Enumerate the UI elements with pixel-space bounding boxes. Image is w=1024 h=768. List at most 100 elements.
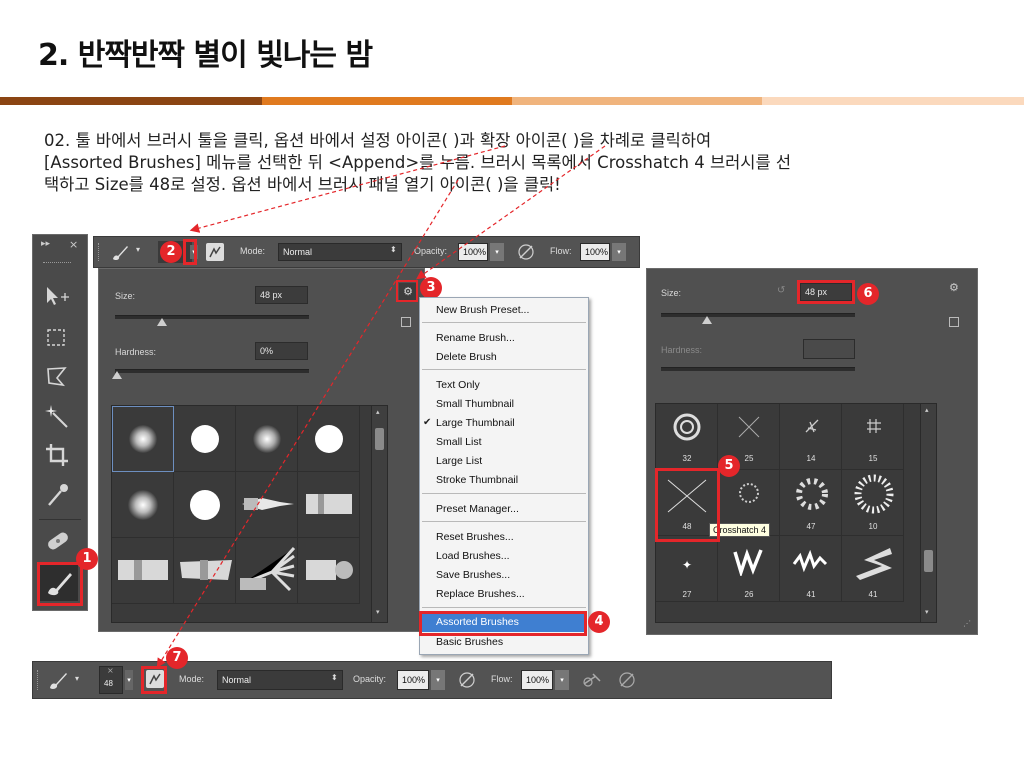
brush-thumb[interactable] <box>174 406 236 472</box>
opacity-label: Opacity: <box>353 674 387 684</box>
menu-item-delete-brush[interactable]: Delete Brush <box>436 351 497 363</box>
menu-item-rename-brush[interactable]: Rename Brush... <box>436 332 515 344</box>
opacity-dropdown-icon[interactable]: ▾ <box>490 243 504 261</box>
flow-dropdown-icon[interactable]: ▾ <box>555 670 569 690</box>
scroll-down-arrow-icon[interactable]: ▾ <box>376 608 380 616</box>
brush-thumb[interactable]: 26 <box>718 536 780 602</box>
flow-field[interactable]: 100% <box>580 243 610 261</box>
brush-preset-dropdown-icon[interactable]: ▾ <box>136 245 140 254</box>
pressure-opacity-icon[interactable] <box>516 242 536 266</box>
menu-item-preset-manager[interactable]: Preset Manager... <box>436 503 519 515</box>
brush-size-x-icon: × <box>107 666 114 675</box>
scroll-thumb[interactable] <box>924 550 933 572</box>
pressure-size-icon[interactable] <box>617 670 637 694</box>
hardness-field[interactable] <box>803 339 855 359</box>
mode-select[interactable]: Normal <box>217 670 343 690</box>
brush-panel-icon[interactable] <box>206 243 224 261</box>
magic-wand-tool-icon[interactable] <box>43 403 77 433</box>
brush-thumb[interactable] <box>298 472 360 538</box>
menu-item-new-brush-preset[interactable]: New Brush Preset... <box>436 304 529 316</box>
brush-preset-dropdown-icon[interactable]: ▾ <box>75 674 79 683</box>
brush-size-number: 41 <box>868 590 878 599</box>
hardness-slider[interactable] <box>661 367 855 371</box>
menu-item-large-thumbnail[interactable]: Large Thumbnail <box>436 417 515 429</box>
reset-size-icon[interactable]: ↺ <box>777 285 785 296</box>
callout-box-1 <box>37 562 83 606</box>
instruction-text: 02. 툴 바에서 브러시 툴을 클릭, 옵션 바에서 설정 아이콘( )과 확… <box>44 131 792 194</box>
brush-thumb[interactable]: 15 <box>842 404 904 470</box>
size-slider[interactable] <box>115 315 309 319</box>
menu-item-stroke-thumbnail[interactable]: Stroke Thumbnail <box>436 474 518 486</box>
brush-thumb[interactable] <box>236 406 298 472</box>
brush-size-number: 10 <box>868 522 878 531</box>
brush-thumb[interactable] <box>112 406 174 472</box>
menu-item-small-thumbnail[interactable]: Small Thumbnail <box>436 398 514 410</box>
brush-thumb[interactable] <box>174 538 236 604</box>
brush-thumb[interactable] <box>298 406 360 472</box>
brush-thumb[interactable]: 47 <box>780 470 842 536</box>
brush-thumb[interactable] <box>112 472 174 538</box>
menu-separator <box>422 521 586 522</box>
new-preset-icon[interactable] <box>401 317 411 327</box>
brush-thumb[interactable] <box>236 472 298 538</box>
mode-select[interactable]: Normal <box>278 243 402 261</box>
pressure-opacity-icon[interactable] <box>457 670 477 694</box>
crop-tool-icon[interactable] <box>43 441 77 471</box>
eyedropper-tool-icon[interactable] <box>43 481 77 511</box>
menu-item-reset-brushes[interactable]: Reset Brushes... <box>436 531 514 543</box>
toolbar-grip <box>37 670 41 690</box>
menu-item-small-list[interactable]: Small List <box>436 436 482 448</box>
brush-thumb[interactable]: 14 <box>780 404 842 470</box>
move-tool-icon[interactable] <box>43 283 77 313</box>
scroll-thumb[interactable] <box>375 428 384 450</box>
settings-gear-icon[interactable]: ⚙ <box>949 281 959 294</box>
resize-grip-icon[interactable]: ⋰ <box>963 619 971 628</box>
brush-thumb[interactable]: 41 <box>780 536 842 602</box>
brush-thumb[interactable] <box>174 472 236 538</box>
menu-item-load-brushes[interactable]: Load Brushes... <box>436 550 510 562</box>
brush-grid-scrollbar[interactable]: ▴ ▾ <box>371 406 387 622</box>
brush-thumb[interactable]: 32 <box>656 404 718 470</box>
brush-thumb[interactable] <box>112 538 174 604</box>
hardness-label: Hardness: <box>115 347 157 357</box>
opacity-field[interactable]: 100% <box>458 243 488 261</box>
menu-item-save-brushes[interactable]: Save Brushes... <box>436 569 510 581</box>
brush-preset-icon[interactable] <box>47 670 69 694</box>
marquee-tool-icon[interactable] <box>43 325 77 355</box>
size-slider[interactable] <box>661 313 855 317</box>
scroll-up-arrow-icon[interactable]: ▴ <box>925 406 929 414</box>
new-preset-icon[interactable] <box>949 317 959 327</box>
brush-thumb[interactable]: ✦ 27 <box>656 536 718 602</box>
brush-thumb[interactable] <box>236 538 298 604</box>
mode-select-arrow-icon: ⬍ <box>390 245 397 254</box>
brush-grid-scrollbar[interactable]: ▴ ▾ <box>920 404 936 622</box>
opacity-field[interactable]: 100% <box>397 670 429 690</box>
brush-thumb[interactable] <box>298 538 360 604</box>
brush-thumb[interactable]: 10 <box>842 470 904 536</box>
panel-close-icon[interactable]: × <box>69 238 78 251</box>
menu-item-large-list[interactable]: Large List <box>436 455 482 467</box>
brush-preset-icon[interactable] <box>110 243 130 265</box>
lasso-tool-icon[interactable] <box>43 363 77 393</box>
menu-item-replace-brushes[interactable]: Replace Brushes... <box>436 588 525 600</box>
size-slider-thumb[interactable] <box>157 318 167 326</box>
brush-thumb[interactable]: 41 <box>842 536 904 602</box>
hardness-slider-thumb[interactable] <box>112 371 122 379</box>
airbrush-icon[interactable] <box>581 670 603 694</box>
menu-item-basic-brushes[interactable]: Basic Brushes <box>436 636 503 648</box>
flow-dropdown-icon[interactable]: ▾ <box>612 243 626 261</box>
hardness-field[interactable]: 0% <box>255 342 308 360</box>
opacity-dropdown-icon[interactable]: ▾ <box>431 670 445 690</box>
flow-field[interactable]: 100% <box>521 670 553 690</box>
size-field[interactable]: 48 px <box>255 286 308 304</box>
healing-brush-tool-icon[interactable] <box>41 527 75 557</box>
flow-label: Flow: <box>550 246 572 256</box>
menu-item-text-only[interactable]: Text Only <box>436 379 480 391</box>
hardness-slider[interactable] <box>115 369 309 373</box>
expand-arrow-icon[interactable]: ▾ <box>125 670 133 690</box>
callout-badge-7: 7 <box>166 647 188 669</box>
scroll-down-arrow-icon[interactable]: ▾ <box>925 608 929 616</box>
size-slider-thumb[interactable] <box>702 316 712 324</box>
scroll-up-arrow-icon[interactable]: ▴ <box>376 408 380 416</box>
panel-collapse-icon[interactable]: ▸▸ <box>41 239 50 249</box>
